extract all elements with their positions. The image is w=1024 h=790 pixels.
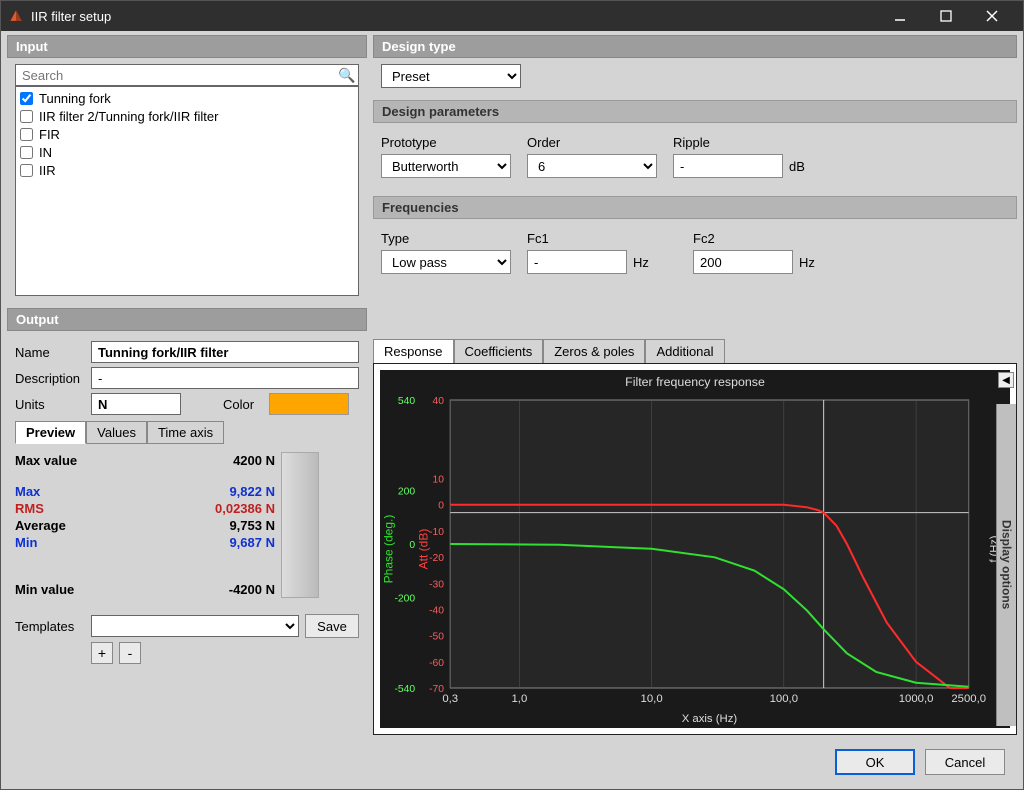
input-list[interactable]: Tunning fork IIR filter 2/Tunning fork/II… (15, 86, 359, 296)
tab-time-axis[interactable]: Time axis (147, 421, 224, 444)
list-item-checkbox[interactable] (20, 92, 33, 105)
units-label: Units (15, 397, 85, 412)
svg-text:-60: -60 (429, 658, 444, 669)
list-item[interactable]: FIR (20, 125, 354, 143)
output-panel: Output Name Description Units Color (7, 308, 367, 785)
maximize-button[interactable] (923, 1, 969, 31)
app-logo-icon (9, 9, 23, 23)
color-label: Color (223, 397, 263, 412)
templates-label: Templates (15, 619, 85, 634)
list-item-label: IN (39, 145, 52, 160)
svg-text:1000,0: 1000,0 (899, 693, 934, 705)
design-params-panel: Design parameters Prototype Butterworth … (373, 100, 1017, 190)
svg-text:40: 40 (433, 396, 445, 407)
list-item-label: Tunning fork (39, 91, 111, 106)
svg-text:-540: -540 (394, 684, 415, 695)
prototype-select[interactable]: Butterworth (381, 154, 511, 178)
color-swatch[interactable] (269, 393, 349, 415)
svg-text:Phase (deg.): Phase (deg.) (381, 515, 395, 584)
search-box: 🔍 (15, 64, 359, 86)
app-window: IIR filter setup Input 🔍 Tunning fork IIR… (0, 0, 1024, 790)
svg-text:-200: -200 (394, 593, 415, 604)
svg-text:0: 0 (438, 501, 444, 512)
ok-button[interactable]: OK (835, 749, 915, 775)
units-input[interactable] (91, 393, 181, 415)
search-input[interactable] (16, 68, 336, 83)
filter-type-select[interactable]: Low pass (381, 250, 511, 274)
level-bar (281, 452, 319, 598)
tab-values[interactable]: Values (86, 421, 147, 444)
tab-preview[interactable]: Preview (15, 421, 86, 444)
templates-select[interactable] (91, 615, 299, 637)
svg-text:-50: -50 (429, 632, 444, 643)
list-item-checkbox[interactable] (20, 128, 33, 141)
svg-text:10,0: 10,0 (641, 693, 663, 705)
fc2-input[interactable] (693, 250, 793, 274)
list-item-label: IIR (39, 163, 56, 178)
svg-text:10: 10 (433, 475, 445, 486)
frequency-response-plot[interactable]: Filter frequency response 0,3 1,0 10,0 100,0… (380, 370, 1010, 728)
tab-additional[interactable]: Additional (645, 339, 724, 363)
list-item-checkbox[interactable] (20, 110, 33, 123)
remove-template-button[interactable]: - (119, 642, 141, 664)
list-item-checkbox[interactable] (20, 164, 33, 177)
design-type-select[interactable]: Preset (381, 64, 521, 88)
list-item-checkbox[interactable] (20, 146, 33, 159)
svg-text:200: 200 (398, 487, 416, 498)
list-item-label: IIR filter 2/Tunning fork/IIR filter (39, 109, 218, 124)
list-item[interactable]: IIR filter 2/Tunning fork/IIR filter (20, 107, 354, 125)
plot-panel: Response Coefficients Zeros & poles Addi… (373, 339, 1017, 735)
stats-block: Max value4200 N Max9,822 N RMS0,02386 N … (15, 452, 359, 598)
svg-text:X axis (Hz): X axis (Hz) (682, 713, 738, 725)
fc1-input[interactable] (527, 250, 627, 274)
tab-response[interactable]: Response (373, 339, 454, 363)
frequencies-panel: Frequencies Type Low pass Fc1 Hz (373, 196, 1017, 286)
svg-text:0,3: 0,3 (442, 693, 458, 705)
save-template-button[interactable]: Save (305, 614, 359, 638)
svg-text:2500,0: 2500,0 (951, 693, 986, 705)
name-input[interactable] (91, 341, 359, 363)
cancel-button[interactable]: Cancel (925, 749, 1005, 775)
tab-zeros-poles[interactable]: Zeros & poles (543, 339, 645, 363)
svg-text:-20: -20 (429, 553, 444, 564)
svg-text:100,0: 100,0 (770, 693, 798, 705)
close-button[interactable] (969, 1, 1015, 31)
name-label: Name (15, 345, 85, 360)
display-options-tab[interactable]: Display options (996, 404, 1016, 726)
list-item[interactable]: Tunning fork (20, 89, 354, 107)
svg-text:540: 540 (398, 396, 416, 407)
list-item[interactable]: IIR (20, 161, 354, 179)
list-item-label: FIR (39, 127, 60, 142)
svg-text:0: 0 (409, 540, 415, 551)
search-icon[interactable]: 🔍 (336, 67, 358, 84)
order-select[interactable]: 6 (527, 154, 657, 178)
desc-input[interactable] (91, 367, 359, 389)
design-type-panel: Design type Preset (373, 35, 1017, 94)
tab-coefficients[interactable]: Coefficients (454, 339, 544, 363)
svg-text:-30: -30 (429, 579, 444, 590)
svg-text:-40: -40 (429, 606, 444, 617)
add-template-button[interactable]: + (91, 642, 113, 664)
input-panel-header: Input (7, 35, 367, 58)
titlebar: IIR filter setup (1, 1, 1023, 31)
svg-text:Filter frequency response: Filter frequency response (625, 375, 765, 389)
svg-text:Att (dB): Att (dB) (416, 529, 430, 570)
input-panel: Input 🔍 Tunning fork IIR filter 2/Tunning… (7, 35, 367, 302)
list-item[interactable]: IN (20, 143, 354, 161)
svg-text:-10: -10 (429, 527, 444, 538)
options-expand-icon[interactable]: ◀ (998, 372, 1014, 388)
svg-text:-70: -70 (429, 684, 444, 695)
output-panel-header: Output (7, 308, 367, 331)
ripple-input[interactable] (673, 154, 783, 178)
window-title: IIR filter setup (31, 9, 111, 24)
minimize-button[interactable] (877, 1, 923, 31)
svg-text:1,0: 1,0 (511, 693, 527, 705)
desc-label: Description (15, 371, 85, 386)
